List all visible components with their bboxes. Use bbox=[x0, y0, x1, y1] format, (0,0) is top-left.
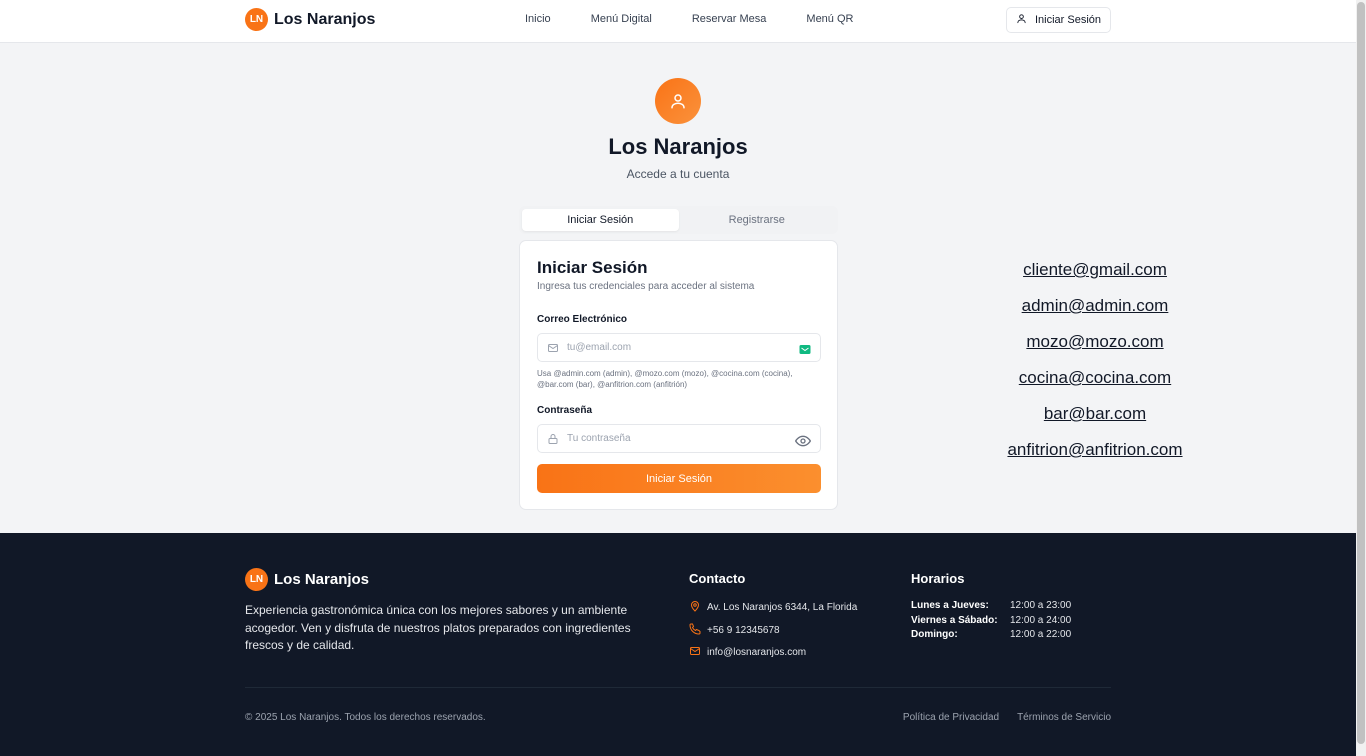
page-subtitle: Accede a tu cuenta bbox=[626, 167, 730, 181]
header-login-button[interactable]: Iniciar Sesión bbox=[1006, 7, 1111, 33]
email-input[interactable] bbox=[567, 342, 767, 353]
hours-row: Domingo: 12:00 a 22:00 bbox=[911, 629, 1071, 644]
email-text: info@losnaranjos.com bbox=[707, 647, 807, 658]
email-link-bar[interactable]: bar@bar.com bbox=[985, 402, 1205, 438]
map-pin-icon bbox=[689, 600, 701, 615]
terms-link[interactable]: Términos de Servicio bbox=[1017, 712, 1111, 723]
brand-logo[interactable]: LN Los Naranjos bbox=[245, 8, 375, 31]
footer-links: Política de Privacidad Términos de Servi… bbox=[903, 712, 1111, 723]
hours-day: Domingo: bbox=[911, 629, 958, 640]
hours-time: 12:00 a 23:00 bbox=[1010, 600, 1072, 611]
mail-icon bbox=[547, 342, 559, 354]
email-link-cocina[interactable]: cocina@cocina.com bbox=[985, 366, 1205, 402]
nav-link-reservar-mesa[interactable]: Reservar Mesa bbox=[692, 13, 767, 25]
password-label: Contraseña bbox=[537, 405, 593, 416]
auth-tabs: Iniciar Sesión Registrarse bbox=[519, 206, 838, 234]
hours-day: Lunes a Jueves: bbox=[911, 600, 989, 611]
footer-divider bbox=[245, 687, 1111, 688]
lock-icon bbox=[547, 433, 559, 445]
privacy-link[interactable]: Política de Privacidad bbox=[903, 712, 999, 723]
footer-logo-badge: LN bbox=[245, 568, 268, 591]
email-link-anfitrion[interactable]: anfitrion@anfitrion.com bbox=[985, 438, 1205, 474]
contact-heading: Contacto bbox=[689, 571, 746, 586]
email-label: Correo Electrónico bbox=[537, 314, 628, 325]
scrollbar-thumb[interactable] bbox=[1357, 2, 1365, 744]
email-link-mozo[interactable]: mozo@mozo.com bbox=[985, 330, 1205, 366]
tab-login[interactable]: Iniciar Sesión bbox=[522, 209, 679, 231]
main-nav: Inicio Menú Digital Reservar Mesa Menú Q… bbox=[525, 13, 853, 25]
hours-time: 12:00 a 22:00 bbox=[1010, 629, 1072, 640]
tab-register[interactable]: Registrarse bbox=[679, 209, 836, 231]
login-card-description: Ingresa tus credenciales para acceder al… bbox=[537, 281, 755, 292]
email-link-cliente[interactable]: cliente@gmail.com bbox=[985, 258, 1205, 294]
password-input[interactable] bbox=[567, 433, 767, 444]
user-avatar-icon bbox=[655, 78, 701, 124]
nav-link-menu-digital[interactable]: Menú Digital bbox=[591, 13, 652, 25]
demo-emails-list: cliente@gmail.com admin@admin.com mozo@m… bbox=[985, 258, 1205, 474]
address-text: Av. Los Naranjos 6344, La Florida bbox=[707, 602, 858, 613]
contact-phone: +56 9 12345678 bbox=[689, 623, 780, 638]
brand-name: Los Naranjos bbox=[274, 10, 376, 28]
user-icon bbox=[1016, 13, 1027, 27]
logo-badge: LN bbox=[245, 8, 268, 31]
top-navbar: LN Los Naranjos Inicio Menú Digital Rese… bbox=[0, 0, 1356, 43]
nav-link-inicio[interactable]: Inicio bbox=[525, 13, 551, 25]
page-scrollbar[interactable] bbox=[1356, 0, 1366, 756]
phone-icon bbox=[689, 623, 701, 638]
hours-table: Lunes a Jueves: 12:00 a 23:00 Viernes a … bbox=[911, 600, 1071, 644]
nav-link-menu-qr[interactable]: Menú QR bbox=[806, 13, 853, 25]
hours-heading: Horarios bbox=[911, 571, 965, 586]
page-title: Los Naranjos bbox=[608, 134, 748, 159]
email-link-admin[interactable]: admin@admin.com bbox=[985, 294, 1205, 330]
copyright: © 2025 Los Naranjos. Todos los derechos … bbox=[245, 712, 486, 723]
email-hint: Usa @admin.com (admin), @mozo.com (mozo)… bbox=[537, 369, 793, 389]
mail-icon bbox=[689, 645, 701, 660]
phone-text: +56 9 12345678 bbox=[707, 625, 780, 636]
hours-row: Viernes a Sábado: 12:00 a 24:00 bbox=[911, 615, 1071, 630]
footer: LN Los Naranjos Experiencia gastronómica… bbox=[0, 533, 1356, 756]
hours-day: Viernes a Sábado: bbox=[911, 614, 998, 626]
autofill-icon[interactable] bbox=[799, 342, 811, 360]
header-login-label: Iniciar Sesión bbox=[1034, 14, 1102, 26]
login-card: Iniciar Sesión Ingresa tus credenciales … bbox=[519, 240, 838, 510]
show-password-icon[interactable] bbox=[794, 434, 812, 452]
contact-address: Av. Los Naranjos 6344, La Florida bbox=[689, 600, 857, 615]
footer-description: Experiencia gastronómica única con los m… bbox=[245, 603, 631, 652]
login-card-title: Iniciar Sesión bbox=[537, 258, 648, 277]
login-submit-button[interactable]: Iniciar Sesión bbox=[537, 464, 821, 493]
email-field[interactable] bbox=[537, 333, 821, 362]
password-field[interactable] bbox=[537, 424, 821, 453]
footer-brand-name: Los Naranjos bbox=[274, 571, 370, 588]
contact-email: info@losnaranjos.com bbox=[689, 645, 806, 660]
hours-row: Lunes a Jueves: 12:00 a 23:00 bbox=[911, 600, 1071, 615]
hours-time: 12:00 a 24:00 bbox=[1010, 614, 1072, 626]
footer-logo: LN Los Naranjos bbox=[245, 568, 369, 591]
